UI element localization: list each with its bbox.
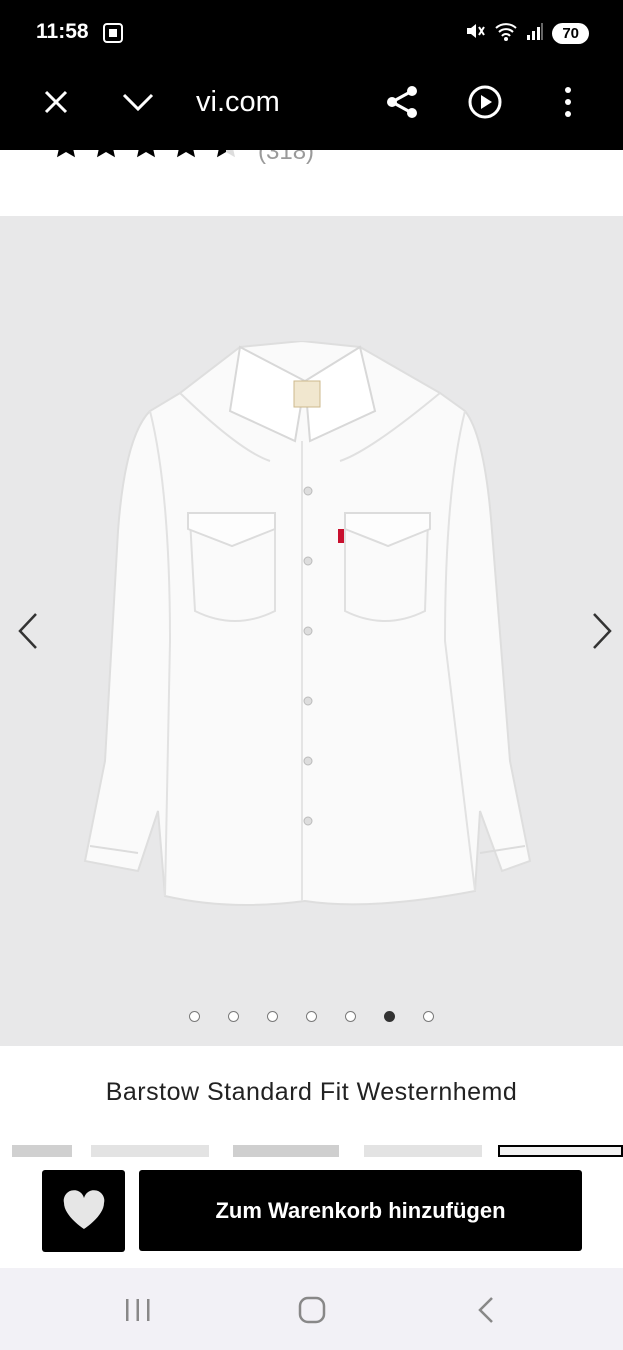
- url-text[interactable]: vi.com: [196, 86, 280, 119]
- status-and-browser-bar: 11:58 70 vi.com: [0, 0, 623, 150]
- gallery-dot[interactable]: [423, 1011, 434, 1022]
- home-icon[interactable]: [292, 1290, 332, 1330]
- more-menu-icon[interactable]: [546, 80, 590, 124]
- gallery-pagination-dots: [0, 1011, 623, 1022]
- star-icon: [137, 150, 155, 158]
- product-title: Barstow Standard Fit Westernhemd: [105, 1078, 518, 1106]
- thumbnail[interactable]: [233, 1145, 339, 1157]
- product-image-gallery[interactable]: [0, 216, 623, 1046]
- rating-row: (318): [0, 150, 623, 216]
- product-image-shirt: [83, 341, 532, 906]
- chevron-down-icon[interactable]: [116, 80, 160, 124]
- thumbnail-selected[interactable]: [498, 1145, 623, 1157]
- gallery-dot[interactable]: [345, 1011, 356, 1022]
- rating-count[interactable]: (318): [258, 150, 314, 166]
- previous-image-arrow-icon[interactable]: [16, 611, 40, 651]
- star-icon: [97, 150, 115, 158]
- thumbnail[interactable]: [364, 1145, 482, 1157]
- star-icon: [57, 150, 75, 158]
- color-thumbnails: [0, 1145, 623, 1157]
- gallery-dot[interactable]: [228, 1011, 239, 1022]
- status-time: 11:58: [36, 20, 89, 43]
- thumbnail[interactable]: [12, 1145, 72, 1157]
- wishlist-button[interactable]: [42, 1170, 125, 1252]
- recent-apps-icon[interactable]: [118, 1290, 158, 1330]
- gallery-dot[interactable]: [267, 1011, 278, 1022]
- rating-stars: [50, 150, 242, 160]
- signal-icon: [526, 21, 544, 46]
- gallery-dot[interactable]: [189, 1011, 200, 1022]
- mute-icon: [464, 20, 486, 47]
- heart-icon: [63, 1190, 104, 1229]
- gallery-dot[interactable]: [306, 1011, 317, 1022]
- screenshot-icon: [102, 22, 124, 49]
- star-icon: [177, 150, 195, 158]
- browser-toolbar: vi.com: [0, 72, 623, 132]
- next-image-arrow-icon[interactable]: [590, 611, 614, 651]
- share-icon[interactable]: [380, 80, 424, 124]
- battery-indicator: 70: [552, 23, 589, 44]
- play-icon[interactable]: [463, 80, 507, 124]
- wifi-icon: [494, 20, 518, 47]
- add-to-cart-button[interactable]: Zum Warenkorb hinzufügen: [139, 1170, 582, 1251]
- system-navigation-bar: [0, 1268, 623, 1350]
- close-icon[interactable]: [34, 80, 78, 124]
- thumbnail[interactable]: [91, 1145, 209, 1157]
- back-icon[interactable]: [466, 1290, 506, 1330]
- half-star-icon: [217, 150, 235, 158]
- gallery-dot-active[interactable]: [384, 1011, 395, 1022]
